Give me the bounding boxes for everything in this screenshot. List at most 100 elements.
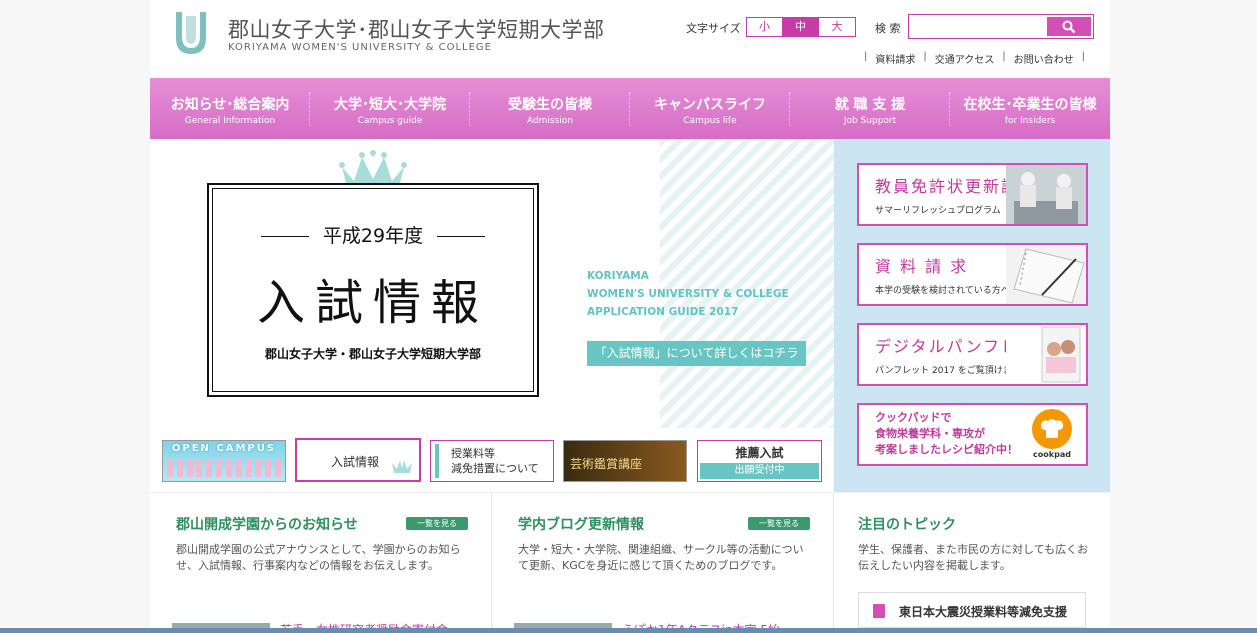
divider: | — [1002, 51, 1006, 62]
side-banners: 教員免許状更新講習 サマーリフレッシュプログラム 資 料 請 求 本学の受験を検… — [834, 139, 1110, 492]
guide-line: KORIYAMA — [587, 270, 649, 282]
banner-tuition-reduction[interactable]: 授業料等 減免措置について — [430, 440, 554, 482]
nav-item-general-info[interactable]: お知らせ･総合案内 General Information — [150, 78, 310, 139]
os-taskbar — [0, 628, 1257, 633]
topics-title: 注目のトピック — [858, 517, 956, 533]
cookpad-line: クックパッドで — [875, 411, 952, 424]
exam-info-label: 入試情報 — [331, 455, 380, 469]
nav-item-campus-life[interactable]: キャンパスライフ Campus life — [630, 78, 790, 139]
exam-year-text: 平成29年度 — [322, 225, 424, 247]
banner-subtitle: サマーリフレッシュプログラム — [875, 206, 1001, 216]
logo-subtitle: KORIYAMA WOMEN'S UNIVERSITY & COLLEGE — [228, 42, 492, 53]
nav-label: 大学･短大･大学院 — [334, 97, 446, 113]
nav-item-campus-guide[interactable]: 大学･短大･大学院 Campus guide — [310, 78, 470, 139]
topic-item[interactable]: 東日本大震災授業料等減免支援 — [858, 592, 1086, 628]
exam-title: 入試情報 — [256, 275, 489, 331]
banner-subtitle: 本学の受験を検討されている方へ — [875, 286, 1010, 296]
link-access[interactable]: 交通アクセス — [935, 51, 995, 66]
banner-title: 資 料 請 求 — [875, 257, 969, 276]
fee-line: 減免措置について — [451, 462, 539, 475]
news-title: 郡山開成学園からのお知らせ — [176, 517, 358, 533]
students-photo — [167, 459, 281, 479]
cookpad-logo-text: cookpad — [1033, 450, 1071, 459]
cookpad-line: 食物栄養学科・専攻が — [875, 427, 985, 440]
search-button[interactable] — [1047, 17, 1091, 36]
hero-banner[interactable]: 平成29年度 入試情報 郡山女子大学・郡山女子大学短期大学部 KORIYAMA … — [150, 139, 834, 428]
divider: | — [923, 51, 927, 62]
banner-subtitle: パンフレット 2017 をご覧頂けます — [875, 366, 1021, 376]
banner-teacher-license[interactable]: 教員免許状更新講習 サマーリフレッシュプログラム — [857, 163, 1088, 226]
guide-line: APPLICATION GUIDE 2017 — [587, 306, 739, 318]
crown-icon — [392, 460, 412, 473]
blog-more-button[interactable]: 一覧を見る — [748, 517, 810, 530]
guide-line: WOMEN'S UNIVERSITY & COLLEGE — [587, 288, 789, 300]
banner-recommendation-exam[interactable]: 推薦入試 出願受付中 — [697, 440, 822, 482]
divider: | — [1081, 51, 1085, 62]
news-description: 郡山開成学園の公式アナウンスとして、学園からのお知らせ、入試情報、行事案内などの… — [176, 543, 461, 572]
blog-title: 学内ブログ更新情報 — [518, 517, 644, 533]
fee-line: 授業料等 — [451, 447, 495, 460]
font-size-medium-button[interactable]: 中 — [783, 18, 819, 36]
nav-label: 在校生･卒業生の皆様 — [963, 97, 1097, 113]
topic-item-label: 東日本大震災授業料等減免支援 — [899, 605, 1068, 619]
document-icon — [873, 604, 885, 618]
nav-sublabel: Campus life — [683, 116, 737, 126]
chef-hat-icon — [1032, 409, 1072, 449]
nav-sublabel: General Information — [184, 116, 276, 126]
topics-description: 学生、保護者、また市民の方に対しても広くお伝えしたい内容を掲載します。 — [858, 543, 1089, 572]
logo-title[interactable]: 郡山女子大学･郡山女子大学短期大学部 — [228, 14, 605, 44]
application-guide-text: KORIYAMA WOMEN'S UNIVERSITY & COLLEGE AP… — [587, 267, 789, 321]
nav-label: 就 職 支 援 — [834, 97, 906, 113]
nav-sublabel: Job Support — [843, 116, 897, 126]
nav-sublabel: for Insiders — [1004, 116, 1056, 126]
banner-open-campus[interactable]: OPEN CAMPUS — [162, 440, 286, 482]
blog-description: 大学・短大・大学院、関連組織、サークル等の活動について更新、KGCを身近に感じて… — [518, 543, 804, 572]
font-size-large-button[interactable]: 大 — [819, 18, 855, 36]
nav-item-job-support[interactable]: 就 職 支 援 Job Support — [790, 78, 950, 139]
global-nav: お知らせ･総合案内 General Information 大学･短大･大学院 … — [150, 78, 1110, 139]
recommendation-status: 出願受付中 — [700, 463, 819, 479]
right-margin — [1110, 0, 1257, 633]
font-size-small-button[interactable]: 小 — [747, 18, 783, 36]
left-margin — [0, 0, 150, 633]
pamphlet-cover-image — [1006, 325, 1086, 384]
nav-label: お知らせ･総合案内 — [170, 97, 290, 113]
link-document-request[interactable]: 資料請求 — [875, 51, 915, 66]
blog-column: 学内ブログ更新情報 一覧を見る 大学・短大・大学院、関連組織、サークル等の活動に… — [492, 493, 834, 633]
cookpad-logo: cookpad — [1030, 409, 1074, 461]
page-container: 郡山女子大学･郡山女子大学短期大学部 KORIYAMA WOMEN'S UNIV… — [150, 0, 1110, 633]
nav-item-admission[interactable]: 受験生の皆様 Admission — [470, 78, 630, 139]
nav-item-insiders[interactable]: 在校生･卒業生の皆様 for Insiders — [950, 78, 1110, 139]
cooking-class-photo — [1006, 165, 1086, 224]
divider: | — [864, 51, 868, 62]
banner-document-request[interactable]: 資 料 請 求 本学の受験を検討されている方へ — [857, 243, 1088, 306]
open-campus-label: OPEN CAMPUS — [171, 443, 277, 454]
font-size-label: 文字サイズ — [686, 22, 741, 35]
utility-links: | 資料請求 | 交通アクセス | お問い合わせ | — [856, 51, 1093, 66]
banner-exam-info[interactable]: 入試情報 — [295, 438, 421, 482]
link-contact[interactable]: お問い合わせ — [1014, 51, 1074, 66]
nav-label: 受験生の皆様 — [508, 97, 592, 113]
exam-details-button[interactable]: 「入試情報」について詳しくはコチラ — [587, 341, 806, 366]
search-icon — [1062, 20, 1076, 33]
recommendation-title: 推薦入試 — [735, 446, 784, 460]
nav-sublabel: Campus guide — [357, 116, 423, 126]
banner-art-appreciation[interactable]: 芸術鑑賞講座 — [563, 440, 687, 482]
university-logo-icon[interactable] — [172, 8, 210, 58]
nav-sublabel: Admission — [526, 116, 574, 126]
search-input[interactable] — [911, 17, 1045, 36]
info-section: 郡山開成学園からのお知らせ 一覧を見る 郡山開成学園の公式アナウンスとして、学園… — [150, 492, 1110, 633]
font-size-selector: 小 中 大 — [746, 17, 856, 37]
exam-year: 平成29年度 — [209, 221, 537, 248]
quick-banners: OPEN CAMPUS 入試情報 授業料等 減免措置について 芸術鑑賞講座 推薦… — [150, 428, 834, 492]
search-box — [908, 14, 1094, 39]
cookpad-line: 考案しましたレシピ紹介中！ — [875, 443, 1018, 456]
art-appreciation-label: 芸術鑑賞講座 — [570, 457, 643, 471]
banner-digital-pamphlet[interactable]: デジタルパンフレット パンフレット 2017 をご覧頂けます — [857, 323, 1088, 386]
exam-info-frame: 平成29年度 入試情報 郡山女子大学・郡山女子大学短期大学部 — [207, 183, 539, 397]
nav-label: キャンパスライフ — [654, 97, 766, 113]
news-more-button[interactable]: 一覧を見る — [406, 517, 468, 530]
topics-column: 注目のトピック 学生、保護者、また市民の方に対しても広くお伝えしたい内容を掲載し… — [834, 493, 1110, 633]
banner-cookpad[interactable]: クックパッドで 食物栄養学科・専攻が 考案しましたレシピ紹介中！ cookpad — [857, 403, 1088, 466]
exam-university: 郡山女子大学・郡山女子大学短期大学部 — [264, 347, 481, 361]
